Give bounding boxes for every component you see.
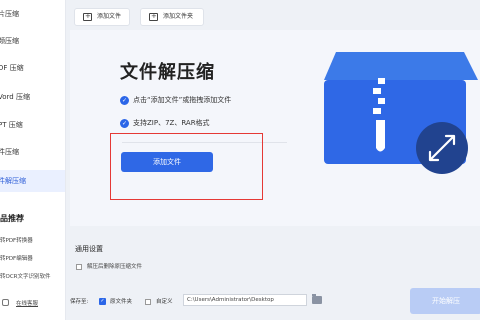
check-icon: ✓	[120, 95, 129, 105]
archive-top	[324, 52, 478, 80]
feature-text: 支持ZIP、7Z、RAR格式	[133, 119, 210, 127]
recommend-item-pdf-editor[interactable]: 转PDF编辑器	[0, 254, 33, 262]
recommend-item-ocr[interactable]: 转OCR文字识别软件	[0, 272, 51, 280]
save-path-input[interactable]: C:\Users\Administrator\Desktop	[183, 294, 307, 306]
sidebar-item-label: 件压缩	[0, 148, 19, 156]
custom-checkbox[interactable]	[145, 298, 151, 305]
start-decompress-button[interactable]: 开始解压	[410, 288, 480, 314]
folder-icon[interactable]	[312, 294, 322, 304]
page-title: 文件解压缩	[120, 62, 215, 83]
highlight-box	[110, 133, 263, 200]
add-file-toolbar-label: 添加文件	[97, 13, 122, 20]
sidebar: 片压缩 频压缩 DF 压缩 Vord 压缩 PT 压缩 件压缩 件解压缩 品推荐…	[0, 0, 66, 320]
original-folder-checkbox[interactable]: ✓	[99, 298, 106, 305]
sidebar-item-pdf-compress[interactable]: DF 压缩	[0, 57, 65, 79]
delete-original-checkbox[interactable]	[76, 263, 82, 270]
custom-label: 自定义	[156, 299, 173, 305]
sidebar-item-file-compress[interactable]: 件压缩	[0, 141, 65, 163]
sidebar-item-label: 片压缩	[0, 10, 19, 18]
original-folder-option[interactable]: ✓ 原文件夹	[99, 297, 132, 305]
delete-original-option[interactable]: 解压后删除原压缩文件	[76, 262, 142, 270]
recommend-title: 品推荐	[0, 214, 24, 223]
check-icon: ✓	[120, 118, 129, 128]
sidebar-item-video-compress[interactable]: 频压缩	[0, 30, 65, 52]
custom-option[interactable]: 自定义	[145, 297, 173, 305]
online-service-label: 在线客服	[16, 301, 39, 307]
delete-original-label: 解压后删除原压缩文件	[87, 264, 143, 270]
save-to-label: 保存至:	[70, 299, 89, 305]
recommend-item-pdf-converter[interactable]: 转PDF转换器	[0, 236, 33, 244]
sidebar-item-image-compress[interactable]: 片压缩	[0, 3, 65, 25]
archive-illustration	[324, 52, 478, 174]
add-folder-toolbar-label: 添加文件夹	[163, 13, 194, 20]
online-service-link[interactable]: 在线客服	[0, 297, 65, 311]
sidebar-item-label: 频压缩	[0, 37, 19, 45]
sidebar-item-label: 件解压缩	[0, 177, 26, 185]
sidebar-item-word-compress[interactable]: Vord 压缩	[0, 86, 65, 108]
add-file-toolbar-button[interactable]: 添加文件	[74, 8, 130, 26]
feature-text: 点击“添加文件”或拖拽添加文件	[133, 96, 232, 104]
sidebar-item-ppt-compress[interactable]: PT 压缩	[0, 114, 65, 136]
sidebar-item-label: Vord 压缩	[0, 93, 30, 101]
original-folder-label: 原文件夹	[110, 299, 133, 305]
add-folder-icon	[149, 10, 158, 22]
feature-formats: ✓ 支持ZIP、7Z、RAR格式	[120, 118, 210, 128]
settings-title: 通用设置	[75, 245, 103, 253]
sidebar-item-file-decompress[interactable]: 件解压缩	[0, 170, 65, 192]
headset-icon	[2, 299, 9, 306]
add-folder-toolbar-button[interactable]: 添加文件夹	[140, 8, 204, 26]
sidebar-item-label: PT 压缩	[0, 121, 23, 129]
feature-drag-add: ✓ 点击“添加文件”或拖拽添加文件	[120, 95, 231, 105]
add-file-icon	[83, 10, 92, 22]
sidebar-item-label: DF 压缩	[0, 64, 24, 72]
